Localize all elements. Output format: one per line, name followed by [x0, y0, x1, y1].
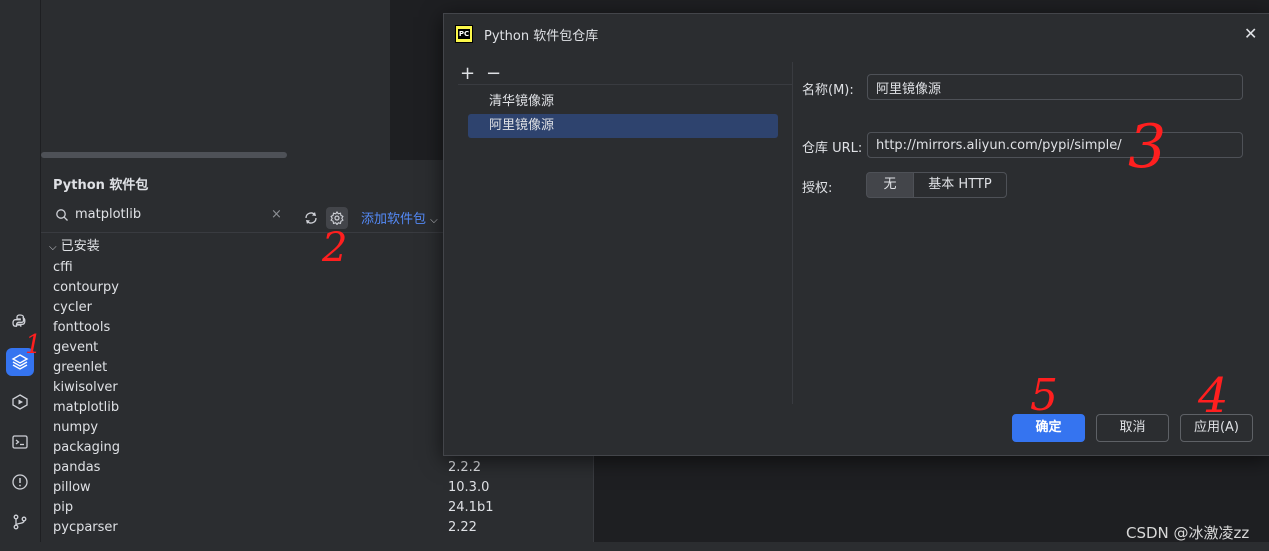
auth-basic-http-toggle[interactable]: 基本 HTTP — [913, 172, 1007, 198]
dialog-title: Python 软件包仓库 — [484, 29, 599, 44]
package-row[interactable]: pandas — [53, 458, 120, 478]
git-branch-icon — [13, 514, 27, 530]
python-icon — [12, 314, 26, 327]
search-icon — [56, 209, 68, 221]
package-version: 10.3.0 — [448, 480, 490, 495]
package-row[interactable]: pillow — [53, 478, 120, 498]
chevron-down-icon: ⌵ — [430, 215, 438, 226]
auth-none-toggle[interactable]: 无 — [866, 172, 914, 198]
python-packages-panel: Python 软件包 × 添加软件包 ⌵ ⌵ 已安装 cfficontourpy… — [41, 160, 443, 542]
editor-gutter — [390, 0, 442, 160]
annotation-5: 5 — [1030, 370, 1058, 421]
package-version: 2.22 — [448, 520, 477, 535]
activity-bar — [0, 0, 41, 551]
package-version: 2.2.2 — [448, 460, 482, 475]
package-row[interactable]: cycler — [53, 298, 120, 318]
annotation-3: 3 — [1128, 112, 1167, 182]
clear-search-icon[interactable]: × — [271, 207, 282, 222]
annotation-2: 2 — [322, 225, 348, 271]
horizontal-scrollbar[interactable] — [41, 152, 287, 158]
package-version-list: 2.2.2 10.3.0 24.1b1 2.22 — [448, 458, 493, 538]
repository-item[interactable]: 清华镜像源 — [468, 90, 778, 114]
services-button[interactable] — [6, 388, 34, 416]
package-row[interactable]: contourpy — [53, 278, 120, 298]
git-button[interactable] — [6, 508, 34, 536]
package-row[interactable]: matplotlib — [53, 398, 120, 418]
divider — [458, 84, 792, 85]
terminal-button[interactable] — [6, 428, 34, 456]
package-row[interactable]: greenlet — [53, 358, 120, 378]
add-package-label: 添加软件包 — [361, 212, 427, 227]
divider — [41, 232, 443, 233]
chevron-down-icon: ⌵ — [49, 242, 57, 253]
add-package-button[interactable]: 添加软件包 ⌵ — [361, 208, 438, 227]
installed-label: 已安装 — [60, 239, 100, 254]
annotation-1: 1 — [25, 330, 42, 360]
repository-item[interactable]: 阿里镜像源 — [468, 114, 778, 138]
watermark: CSDN @冰激凌zz — [1126, 524, 1250, 542]
package-row[interactable]: pip — [53, 498, 120, 518]
remove-repository-icon[interactable]: − — [486, 63, 501, 84]
annotation-4: 4 — [1198, 368, 1229, 424]
splitter[interactable] — [792, 62, 793, 404]
add-repository-icon[interactable]: + — [460, 63, 475, 84]
name-field[interactable] — [867, 74, 1243, 100]
package-row[interactable]: packaging — [53, 438, 120, 458]
run-services-icon — [12, 394, 28, 410]
package-version: 24.1b1 — [448, 500, 494, 515]
package-row[interactable]: cffi — [53, 258, 120, 278]
warning-circle-icon — [12, 474, 28, 490]
status-bar — [0, 542, 1269, 551]
package-search-input[interactable] — [75, 207, 275, 222]
package-row[interactable]: gevent — [53, 338, 120, 358]
terminal-icon — [12, 435, 28, 449]
pycharm-logo-icon: PC — [455, 25, 473, 43]
python-repositories-dialog: PC Python 软件包仓库 ✕ + − 名称(M): 仓库 URL: 授权:… — [443, 13, 1269, 456]
package-row[interactable]: numpy — [53, 418, 120, 438]
auth-label: 授权: — [802, 181, 833, 196]
repository-url-field[interactable] — [867, 132, 1243, 158]
panel-title: Python 软件包 — [53, 178, 149, 193]
cancel-button[interactable]: 取消 — [1096, 414, 1169, 442]
url-label: 仓库 URL: — [802, 141, 863, 156]
close-icon[interactable]: ✕ — [1244, 24, 1257, 43]
problems-button[interactable] — [6, 468, 34, 496]
name-label: 名称(M): — [802, 83, 854, 98]
refresh-icon[interactable] — [303, 210, 319, 226]
package-row[interactable]: kiwisolver — [53, 378, 120, 398]
gear-icon — [330, 211, 344, 225]
installed-group-header[interactable]: ⌵ 已安装 — [49, 235, 100, 254]
package-row[interactable]: pycparser — [53, 518, 120, 538]
package-row[interactable]: fonttools — [53, 318, 120, 338]
editor-area — [41, 0, 390, 160]
installed-package-list: cffi contourpy cycler fonttools gevent greenl… — [53, 258, 120, 538]
